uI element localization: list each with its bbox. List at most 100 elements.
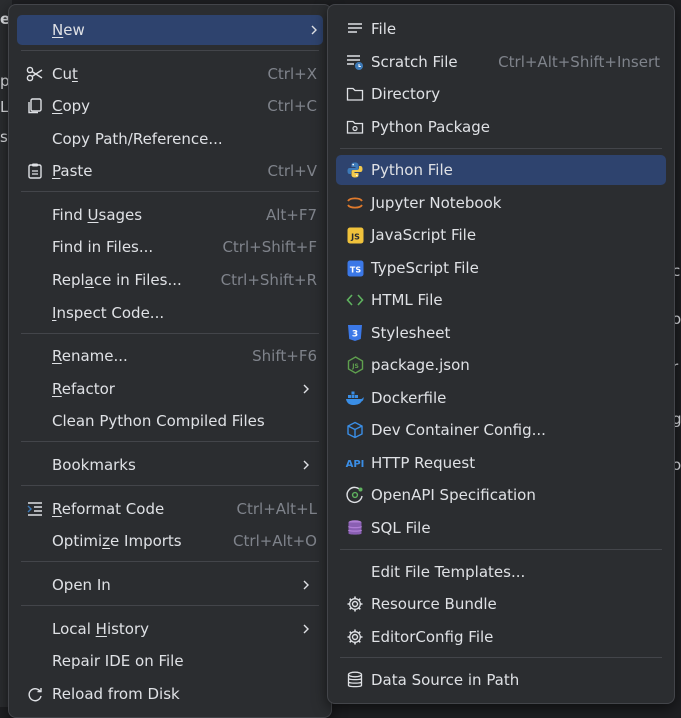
svg-text:JS: JS <box>350 232 360 241</box>
svg-text:TS: TS <box>349 265 360 274</box>
menu-item-label: Find in Files... <box>52 238 154 256</box>
menu-item-label: Reformat Code <box>52 500 165 518</box>
shortcut-label: Ctrl+Alt+Shift+Insert <box>498 53 660 71</box>
svg-text:API: API <box>346 459 365 470</box>
menu-item-clean-python[interactable]: Clean Python Compiled Files <box>9 406 331 436</box>
separator <box>21 191 319 192</box>
menu-item-label: Cut <box>52 65 78 83</box>
gear-icon <box>345 594 365 614</box>
menu-item-inspect-code[interactable]: Inspect Code... <box>9 298 331 328</box>
shortcut-label: Ctrl+Shift+F <box>222 238 317 256</box>
menu-item-cut[interactable]: Cut Ctrl+X <box>9 59 331 89</box>
menu-item-open-in[interactable]: Open In <box>9 570 331 600</box>
menu-item-label: Copy <box>52 97 91 115</box>
submenu-item-typescript-file[interactable]: TS TypeScript File <box>328 253 674 283</box>
menu-item-label: Scratch File <box>371 53 458 71</box>
chevron-right-icon <box>303 384 309 394</box>
submenu-item-editorconfig-file[interactable]: EditorConfig File <box>328 622 674 652</box>
menu-item-label: Paste <box>52 162 93 180</box>
submenu-item-file[interactable]: File <box>328 14 674 44</box>
menu-item-label: Stylesheet <box>371 324 451 342</box>
api-icon: API <box>345 453 365 473</box>
menu-item-label: Resource Bundle <box>371 595 497 613</box>
menu-item-label: package.json <box>371 356 470 374</box>
menu-item-label: Repair IDE on File <box>52 652 184 670</box>
scratch-file-icon <box>345 52 365 72</box>
submenu-item-python-package[interactable]: Python Package <box>328 112 674 142</box>
menu-item-reformat-code[interactable]: Reformat Code Ctrl+Alt+L <box>9 494 331 524</box>
menu-item-label: Reload from Disk <box>52 685 180 703</box>
paste-icon <box>25 161 45 181</box>
separator <box>21 50 319 51</box>
menu-item-reload-from-disk[interactable]: Reload from Disk <box>9 679 331 709</box>
menu-item-local-history[interactable]: Local History <box>9 614 331 644</box>
submenu-item-dev-container-config[interactable]: Dev Container Config... <box>328 415 674 445</box>
submenu-item-stylesheet[interactable]: 3 Stylesheet <box>328 318 674 348</box>
submenu-item-data-source-in-path[interactable]: Data Source in Path <box>328 665 674 695</box>
submenu-item-openapi-spec[interactable]: OpenAPI Specification <box>328 480 674 510</box>
submenu-item-html-file[interactable]: HTML File <box>328 285 674 315</box>
menu-item-optimize-imports[interactable]: Optimize Imports Ctrl+Alt+O <box>9 526 331 556</box>
menu-item-rename[interactable]: Rename... Shift+F6 <box>9 341 331 371</box>
menu-item-find-in-files[interactable]: Find in Files... Ctrl+Shift+F <box>9 232 331 262</box>
submenu-item-jupyter-notebook[interactable]: Jupyter Notebook <box>328 188 674 218</box>
menu-item-paste[interactable]: Paste Ctrl+V <box>9 156 331 186</box>
folder-icon <box>345 84 365 104</box>
menu-item-label: New <box>52 21 85 39</box>
nodejs-icon: JS <box>345 355 365 375</box>
chevron-right-icon <box>311 25 317 35</box>
separator <box>21 441 319 442</box>
menu-item-label: Refactor <box>52 380 115 398</box>
menu-item-label: Find Usages <box>52 206 143 224</box>
menu-item-label: Copy Path/Reference... <box>52 130 223 148</box>
menu-item-new[interactable]: New <box>17 15 323 45</box>
css-icon: 3 <box>345 323 365 343</box>
reformat-icon <box>25 499 45 519</box>
shortcut-label: Ctrl+C <box>267 97 317 115</box>
menu-item-repair-ide[interactable]: Repair IDE on File <box>9 646 331 676</box>
submenu-item-scratch-file[interactable]: Scratch File Ctrl+Alt+Shift+Insert <box>328 47 674 77</box>
submenu-item-dockerfile[interactable]: Dockerfile <box>328 383 674 413</box>
shortcut-label: Ctrl+X <box>267 65 317 83</box>
ide-background-text: s <box>0 128 8 146</box>
menu-item-label: EditorConfig File <box>371 628 494 646</box>
typescript-icon: TS <box>345 258 365 278</box>
new-submenu: File Scratch File Ctrl+Alt+Shift+Insert … <box>327 4 675 704</box>
submenu-item-http-request[interactable]: API HTTP Request <box>328 448 674 478</box>
menu-item-label: Edit File Templates... <box>371 563 526 581</box>
menu-item-copy[interactable]: Copy Ctrl+C <box>9 91 331 121</box>
separator <box>340 657 662 658</box>
menu-item-label: TypeScript File <box>371 259 479 277</box>
menu-item-label: Local History <box>52 620 150 638</box>
separator <box>21 605 319 606</box>
submenu-item-directory[interactable]: Directory <box>328 79 674 109</box>
menu-item-label: Directory <box>371 85 441 103</box>
menu-item-refactor[interactable]: Refactor <box>9 374 331 404</box>
submenu-item-edit-file-templates[interactable]: Edit File Templates... <box>328 557 674 587</box>
javascript-icon: JS <box>345 225 365 245</box>
menu-item-label: Dev Container Config... <box>371 421 546 439</box>
submenu-item-resource-bundle[interactable]: Resource Bundle <box>328 589 674 619</box>
html-icon <box>345 290 365 310</box>
submenu-item-javascript-file[interactable]: JS JavaScript File <box>328 220 674 250</box>
shortcut-label: Ctrl+Alt+L <box>236 500 318 518</box>
menu-item-label: Python Package <box>371 118 490 136</box>
submenu-item-package-json[interactable]: JS package.json <box>328 350 674 380</box>
menu-item-label: Data Source in Path <box>371 671 520 689</box>
separator <box>340 148 662 149</box>
shortcut-label: Alt+F7 <box>265 206 317 224</box>
menu-item-label: Rename... <box>52 347 128 365</box>
menu-item-copy-path[interactable]: Copy Path/Reference... <box>9 124 331 154</box>
database-icon <box>345 518 365 538</box>
menu-item-find-usages[interactable]: Find Usages Alt+F7 <box>9 200 331 230</box>
menu-item-replace-in-files[interactable]: Replace in Files... Ctrl+Shift+R <box>9 265 331 295</box>
menu-item-bookmarks[interactable]: Bookmarks <box>9 450 331 480</box>
dev-container-icon <box>345 420 365 440</box>
openapi-icon <box>345 485 365 505</box>
context-menu: New Cut Ctrl+X Copy Ctrl+C Copy Path/Ref… <box>8 4 332 718</box>
shortcut-label: Ctrl+V <box>267 162 317 180</box>
docker-icon <box>345 388 365 408</box>
database-icon <box>345 670 365 690</box>
submenu-item-sql-file[interactable]: SQL File <box>328 513 674 543</box>
submenu-item-python-file[interactable]: Python File <box>336 155 666 185</box>
